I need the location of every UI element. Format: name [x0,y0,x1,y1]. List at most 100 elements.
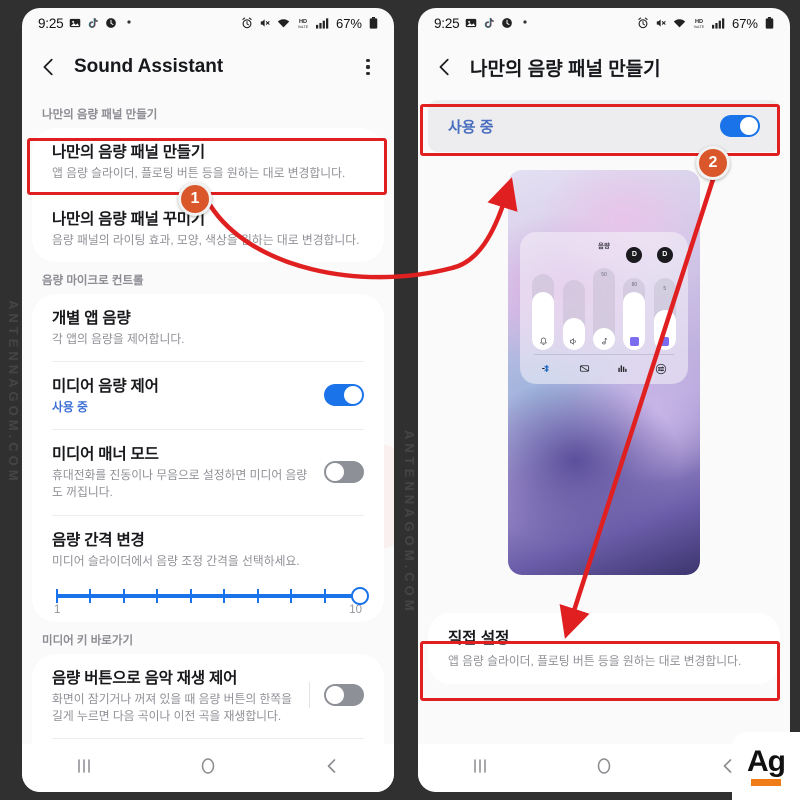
equalizer-bars-icon [617,363,628,377]
volume-panel-preview: 음량 50 D 80 D 5 [508,170,700,575]
toggle-use-volume-panel[interactable] [720,115,760,137]
home-icon[interactable] [198,756,218,781]
direct-setting-row[interactable]: 직접 설정 앱 음량 슬라이더, 플로팅 버튼 등을 원하는 대로 변경합니다. [428,613,780,684]
slider-max-label: 10 [349,603,362,616]
chip-icon [629,337,639,346]
row-volume-key-music-control[interactable]: 음량 버튼으로 음악 재생 제어 화면이 잠기거나 꺼져 있을 때 음량 버튼의… [32,654,384,738]
row-subtitle: 각 앱의 음량을 제어합니다. [52,332,185,347]
section-header: 음량 마이크로 컨트롤 [42,275,144,288]
status-time: 9:25 [38,15,64,31]
signal-icon [315,17,329,30]
tiktok-icon [86,17,99,30]
home-icon[interactable] [594,756,614,781]
row-subtitle: 화면이 잠기거나 꺼져 있을 때 음량 버튼의 한쪽을 길게 누르면 다음 곡이… [52,691,293,723]
row-media-volume-control[interactable]: 미디어 음량 제어 사용 중 [32,362,384,429]
row-title: 나만의 음량 패널 만들기 [52,144,205,161]
tiktok-icon [482,17,495,30]
right-phone-screen: 9:25 HD VoLTE 67% 나만의 음량 패널 만들기 사용 중 음량 … [418,8,790,792]
toggle-media-manner-mode[interactable] [324,460,364,483]
preview-slider-bell [532,254,555,350]
recents-icon[interactable] [470,756,490,781]
right-status-bar: 9:25 HD VoLTE 67% [418,8,790,38]
row-title: 나만의 음량 패널 꾸미기 [52,211,205,229]
slider-thumb[interactable] [351,586,369,605]
hd-icon: HD VoLTE [691,17,707,30]
photo-icon [68,17,81,30]
section-header: 나만의 음량 패널 만들기 [42,109,158,121]
row-title: 미디어 음량 제어 [52,378,159,396]
dot-icon [518,17,531,30]
toggle-volume-key-music-control[interactable] [324,684,364,707]
battery-icon [763,16,776,30]
chip-icon [660,337,670,346]
back-icon[interactable] [322,756,342,781]
battery-percent: 67% [335,15,362,31]
preview-slider-note: 50 [592,254,615,350]
preview-volume-panel: 음량 50 D 80 D 5 [520,232,688,384]
left-nav-bar [22,744,394,792]
right-app-bar: 나만의 음량 패널 만들기 [418,38,790,96]
clock-icon [500,17,513,30]
use-switch-label: 사용 중 [448,118,494,136]
status-time: 9:25 [434,15,460,31]
note-icon [602,338,608,345]
wifi-icon [277,17,290,30]
bluetooth-icon [541,363,552,377]
back-icon[interactable] [434,56,456,78]
preview-slider-badge: D [626,247,643,263]
slider-track[interactable] [56,586,369,605]
site-logo: Ag [732,732,800,800]
slider-min-label: 1 [54,603,61,616]
step-badge-2: 2 [696,146,730,180]
direct-setting-subtitle: 앱 음량 슬라이더, 플로팅 버튼 등을 원하는 대로 변경합니다. [448,654,742,668]
watermark-vertical-left: ANTENNAGOM.COM [402,430,417,615]
watermark-vertical-right: ANTENNAGOM.COM [6,300,21,485]
volume-step-slider[interactable]: 1 10 [32,572,384,622]
preview-slider-value: 50 [601,272,607,278]
row-media-manner-mode[interactable]: 미디어 매너 모드 휴대전화를 진동이나 무음으로 설정하면 미디어 음량도 꺼… [32,430,384,514]
dot-icon [122,17,135,30]
battery-percent: 67% [731,15,758,31]
alarm-icon [637,16,650,30]
more-options-icon[interactable] [358,59,378,75]
row-create-volume-panel[interactable]: 나만의 음량 패널 만들기 앱 음량 슬라이더, 플로팅 버튼 등을 원하는 대… [32,128,384,195]
logo-text: Ag [747,744,786,778]
row-subtitle: 미디어 슬라이더에서 음량 조정 간격을 선택하세요. [52,553,300,568]
preview-slider-app-1: D 80 [623,247,646,350]
row-subtitle: 사용 중 [52,400,88,415]
left-status-bar: 9:25 HD VoLTE 67% [22,8,394,38]
page-title: 나만의 음량 패널 만들기 [470,58,661,80]
mute-media-icon [579,363,590,377]
left-app-bar: Sound Assistant [22,38,394,96]
recents-icon[interactable] [74,756,94,781]
left-phone-screen: A 9:25 [22,8,394,792]
row-subtitle: 휴대전화를 진동이나 무음으로 설정하면 미디어 음량도 꺼집니다. [52,468,308,500]
row-title: 개별 앱 음량 [52,310,131,328]
battery-icon [367,16,380,30]
section-header: 미디어 키 바로가기 [42,634,134,647]
row-per-app-volume[interactable]: 개별 앱 음량 각 앱의 음량을 제어합니다. [32,294,384,361]
step-badge-1: 1 [178,182,212,216]
back-icon[interactable] [38,56,60,78]
signal-icon [711,17,725,30]
preview-slider-app-2: D 5 [653,247,676,350]
row-title: 음량 간격 변경 [52,531,145,549]
clock-icon [104,17,117,30]
preview-slider-value: 80 [631,282,638,288]
mute-icon [259,17,272,30]
preview-slider-speaker [562,254,585,350]
row-subtitle: 음량 패널의 라이팅 효과, 모양, 색상을 원하는 대로 변경합니다. [52,233,360,248]
svg-text:VoLTE: VoLTE [694,24,705,28]
hd-icon: HD VoLTE [295,17,311,30]
screenshot-root: ANTENNAGOM.COM ANTENNAGOM.COM A 9:25 [0,0,800,800]
row-title: 음량 버튼으로 음악 재생 제어 [52,669,238,687]
row-subtitle: 앱 음량 슬라이더, 플로팅 버튼 등을 원하는 대로 변경합니다. [52,166,346,180]
bell-icon [540,337,547,345]
row-title: 미디어 매너 모드 [52,446,159,464]
row-volume-step: 음량 간격 변경 미디어 슬라이더에서 음량 조정 간격을 선택하세요. [32,516,384,572]
logo-underline [751,778,781,786]
toggle-media-volume-control[interactable] [324,384,364,407]
mute-icon [655,17,668,30]
use-switch-row[interactable]: 사용 중 [428,100,780,152]
speaker-icon [570,338,576,345]
